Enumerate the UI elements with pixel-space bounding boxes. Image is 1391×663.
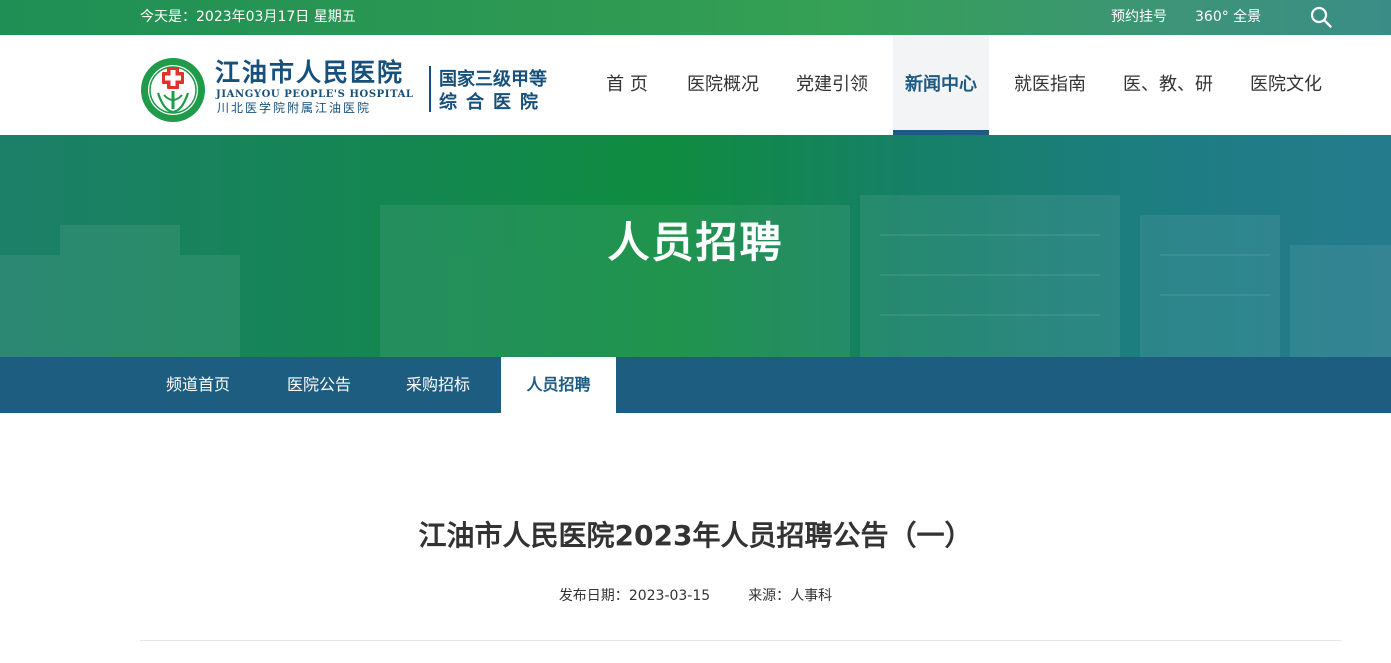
publish-date-label: 发布日期： (558, 588, 629, 604)
hospital-emblem-icon (140, 57, 206, 123)
article-meta: 发布日期：2023-03-15 来源：人事科 (140, 586, 1251, 606)
subnav-item-procurement[interactable]: 采购招标 (382, 357, 494, 413)
current-date: 今天是：2023年03月17日 星期五 (140, 9, 356, 25)
appointment-link[interactable]: 预约挂号 (1111, 7, 1167, 27)
publish-date: 2023-03-15 (628, 588, 711, 604)
top-bar: 今天是：2023年03月17日 星期五 预约挂号 360° 全景 (0, 0, 1391, 35)
nav-item-research[interactable]: 医、教、研 (1112, 35, 1224, 135)
hospital-grade-line1: 国家三级甲等 (439, 69, 547, 90)
logo-divider (429, 66, 431, 112)
page-banner: 人员招聘 (0, 135, 1391, 357)
hospital-name-en: JIANGYOU PEOPLE'S HOSPITAL (216, 89, 414, 100)
hospital-name-cn: 江油市人民医院 (215, 58, 405, 87)
hospital-grade-line2: 综合医院 (439, 92, 547, 113)
nav-item-news[interactable]: 新闻中心 (893, 35, 989, 135)
site-header: 江油市人民医院 JIANGYOU PEOPLE'S HOSPITAL 川北医学院… (0, 35, 1391, 135)
nav-item-home[interactable]: 首 页 (588, 35, 666, 135)
subnav-item-notices[interactable]: 医院公告 (262, 357, 376, 413)
affiliation-name: 川北医学院附属江油医院 (217, 101, 372, 115)
article-title: 江油市人民医院2023年人员招聘公告（一） (418, 519, 973, 552)
source-label: 来源： (748, 588, 791, 604)
hospital-logo[interactable]: 江油市人民医院 JIANGYOU PEOPLE'S HOSPITAL 川北医学院… (140, 56, 565, 122)
nav-item-about[interactable]: 医院概况 (678, 35, 768, 135)
panorama-link[interactable]: 360° 全景 (1195, 7, 1261, 27)
channel-nav: 频道首页 医院公告 采购招标 人员招聘 (0, 357, 1391, 413)
search-icon[interactable] (1309, 5, 1333, 29)
nav-item-culture[interactable]: 医院文化 (1240, 35, 1332, 135)
nav-item-guide[interactable]: 就医指南 (1004, 35, 1096, 135)
subnav-item-channel-home[interactable]: 频道首页 (142, 357, 254, 413)
article-source: 人事科 (790, 588, 833, 604)
nav-item-party[interactable]: 党建引领 (786, 35, 878, 135)
article-divider (140, 640, 1341, 641)
subnav-item-recruitment[interactable]: 人员招聘 (501, 357, 616, 413)
banner-title: 人员招聘 (607, 218, 784, 267)
